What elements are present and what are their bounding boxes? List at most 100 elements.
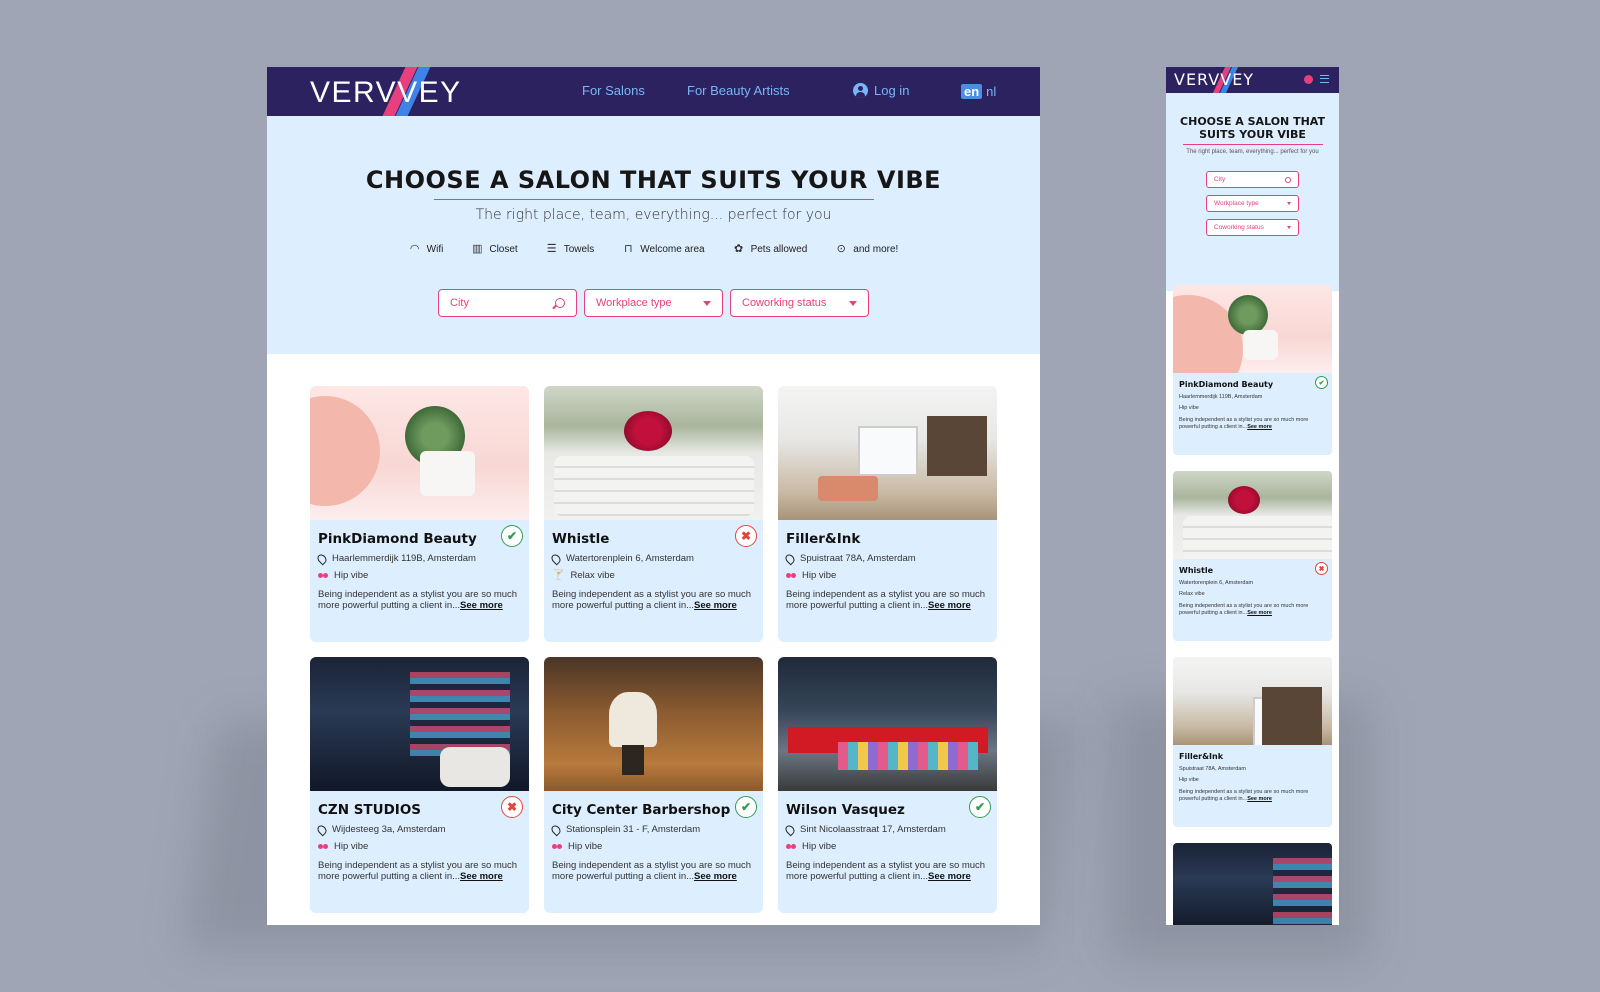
page-title: CHOOSE A SALON THAT SUITS YOUR VIBE bbox=[1180, 115, 1325, 141]
vibe-text: Relax vibe bbox=[570, 570, 615, 581]
salon-description: Being independent as a stylist you are s… bbox=[786, 860, 989, 882]
salon-description: Being independent as a stylist you are s… bbox=[1179, 417, 1326, 430]
login-link[interactable]: Log in bbox=[853, 83, 909, 98]
see-more-link[interactable]: See more bbox=[928, 871, 971, 882]
salon-vibe: Hip vibe bbox=[1179, 777, 1326, 783]
salon-card[interactable]: PinkDiamond Beauty ✔ Haarlemmerdijk 119B… bbox=[1173, 285, 1332, 455]
cocktail-icon: 🍸 bbox=[552, 570, 565, 581]
amenity-towels: ☰ Towels bbox=[546, 244, 595, 256]
lang-nl[interactable]: nl bbox=[986, 84, 996, 99]
available-check-icon: ✔ bbox=[735, 796, 757, 818]
salon-name: Whistle bbox=[552, 531, 610, 547]
city-search-input[interactable]: City bbox=[1206, 171, 1299, 188]
title-underline bbox=[433, 199, 874, 200]
chevron-down-icon bbox=[703, 300, 711, 306]
see-more-link[interactable]: See more bbox=[460, 600, 503, 611]
salon-card[interactable]: Wilson Vasquez ✔ Sint Nicolaasstraat 17,… bbox=[778, 657, 997, 913]
location-pin-icon bbox=[549, 823, 563, 836]
salon-name: Wilson Vasquez bbox=[786, 802, 905, 818]
salon-vibe: Hip vibe bbox=[318, 570, 521, 581]
salon-card[interactable]: Filler&Ink Spuistraat 78A, Amsterdam Hip… bbox=[1173, 657, 1332, 827]
location-pin-icon bbox=[783, 823, 797, 836]
brand-logo[interactable]: VERVVEY bbox=[1174, 67, 1264, 93]
more-dots-icon: ⊙ bbox=[836, 243, 846, 255]
coworking-status-select[interactable]: Coworking status bbox=[730, 289, 869, 317]
salon-name: PinkDiamond Beauty bbox=[1179, 380, 1274, 389]
salon-address: Haarlemmerdijk 119B, Amsterdam bbox=[315, 552, 521, 565]
description-text: Being independent as a stylist you are s… bbox=[1179, 417, 1309, 430]
salon-description: Being independent as a stylist you are s… bbox=[318, 589, 521, 611]
salon-photo bbox=[1173, 471, 1332, 559]
brand-logo[interactable]: VERVVEY bbox=[310, 67, 480, 116]
salon-name: Whistle bbox=[1179, 566, 1214, 575]
vibe-text: Hip vibe bbox=[334, 570, 369, 581]
mobile-mockup: VERVVEY CHOOSE A SALON THAT SUITS YOUR V… bbox=[1166, 67, 1339, 925]
amenities-list: ◠ Wifi ▥ Closet ☰ Towels ⊓ Welcome area ✿ Pet… bbox=[267, 243, 1040, 256]
desktop-mockup: VERVVEY For Salons For Beauty Artists Lo… bbox=[267, 67, 1040, 925]
salon-card[interactable]: Filler&Ink Spuistraat 78A, Amsterdam Hip… bbox=[778, 386, 997, 642]
search-icon bbox=[1285, 176, 1291, 183]
description-text: Being independent as a stylist you are s… bbox=[1179, 603, 1309, 616]
see-more-link[interactable]: See more bbox=[1247, 796, 1272, 802]
amenity-pets: ✿ Pets allowed bbox=[733, 243, 807, 256]
salon-address: Sint Nicolaasstraat 17, Amsterdam bbox=[783, 823, 989, 836]
paw-icon: ✿ bbox=[733, 243, 744, 255]
salon-card[interactable]: Whistle ✖ Watertorenplein 6, Amsterdam 🍸… bbox=[544, 386, 763, 642]
salon-card[interactable]: PinkDiamond Beauty ✔ Haarlemmerdijk 119B… bbox=[310, 386, 529, 642]
sunglasses-icon bbox=[552, 843, 562, 850]
amenity-closet: ▥ Closet bbox=[471, 243, 518, 256]
coworking-status-select[interactable]: Coworking status bbox=[1206, 219, 1299, 236]
address-text: Watertorenplein 6, Amsterdam bbox=[1179, 580, 1254, 586]
see-more-link[interactable]: See more bbox=[928, 600, 971, 611]
salon-vibe: Hip vibe bbox=[318, 841, 521, 852]
vibe-text: Hip vibe bbox=[568, 841, 603, 852]
mobile-filter-bar: City Workplace type Coworking status bbox=[1166, 171, 1339, 236]
chevron-down-icon bbox=[849, 300, 857, 306]
login-label: Log in bbox=[874, 83, 910, 98]
vibe-text: Hip vibe bbox=[334, 841, 369, 852]
salon-address: Watertorenplein 6, Amsterdam bbox=[549, 552, 755, 565]
salon-card[interactable]: City Center Barbershop ✔ Stationsplein 3… bbox=[544, 657, 763, 913]
mobile-navbar: VERVVEY bbox=[1166, 67, 1339, 93]
salon-address: Spuistraat 78A, Amsterdam bbox=[783, 552, 989, 565]
see-more-link[interactable]: See more bbox=[1247, 424, 1272, 430]
top-navbar: VERVVEY For Salons For Beauty Artists Lo… bbox=[267, 67, 1040, 116]
salon-name: Filler&Ink bbox=[786, 531, 861, 547]
workplace-type-select[interactable]: Workplace type bbox=[1206, 195, 1299, 212]
location-pin-icon bbox=[549, 552, 563, 565]
mobile-salon-list: PinkDiamond Beauty ✔ Haarlemmerdijk 119B… bbox=[1173, 285, 1332, 925]
page-subtitle: The right place, team, everything... per… bbox=[475, 207, 832, 223]
salon-card[interactable] bbox=[1173, 843, 1332, 925]
workplace-type-select[interactable]: Workplace type bbox=[584, 289, 723, 317]
city-search-input[interactable]: City bbox=[438, 289, 577, 317]
salon-photo bbox=[544, 386, 763, 520]
see-more-link[interactable]: See more bbox=[1247, 610, 1272, 616]
city-placeholder: City bbox=[450, 297, 469, 309]
chevron-down-icon bbox=[1287, 226, 1291, 229]
available-check-icon: ✔ bbox=[1315, 376, 1328, 389]
closet-icon: ▥ bbox=[472, 243, 483, 255]
salon-description: Being independent as a stylist you are s… bbox=[552, 860, 755, 882]
salon-card[interactable]: CZN STUDIOS ✖ Wijdesteeg 3a, Amsterdam H… bbox=[310, 657, 529, 913]
salon-card[interactable]: Whistle ✖ Watertorenplein 6, Amsterdam R… bbox=[1173, 471, 1332, 641]
logo-text: VERVVEY bbox=[1174, 70, 1255, 89]
salon-address: Stationsplein 31 - F, Amsterdam bbox=[549, 823, 755, 836]
vibe-text: Hip vibe bbox=[1179, 777, 1199, 783]
see-more-link[interactable]: See more bbox=[694, 600, 737, 611]
sunglasses-icon bbox=[786, 572, 796, 579]
vibe-text: Hip vibe bbox=[1179, 405, 1199, 411]
salon-photo bbox=[1173, 285, 1332, 373]
see-more-link[interactable]: See more bbox=[694, 871, 737, 882]
coworking-status-label: Coworking status bbox=[742, 297, 827, 309]
nav-for-beauty-artists[interactable]: For Beauty Artists bbox=[687, 83, 790, 98]
search-icon bbox=[555, 298, 565, 308]
lang-en[interactable]: en bbox=[961, 84, 983, 99]
page-title: CHOOSE A SALON THAT SUITS YOUR VIBE bbox=[365, 166, 942, 194]
user-icon[interactable] bbox=[1304, 75, 1313, 84]
available-check-icon: ✔ bbox=[969, 796, 991, 818]
address-text: Wijdesteeg 3a, Amsterdam bbox=[332, 824, 446, 835]
hamburger-menu-icon[interactable] bbox=[1320, 75, 1329, 83]
see-more-link[interactable]: See more bbox=[460, 871, 503, 882]
amenity-welcome: ⊓ Welcome area bbox=[622, 244, 705, 256]
nav-for-salons[interactable]: For Salons bbox=[582, 83, 645, 98]
